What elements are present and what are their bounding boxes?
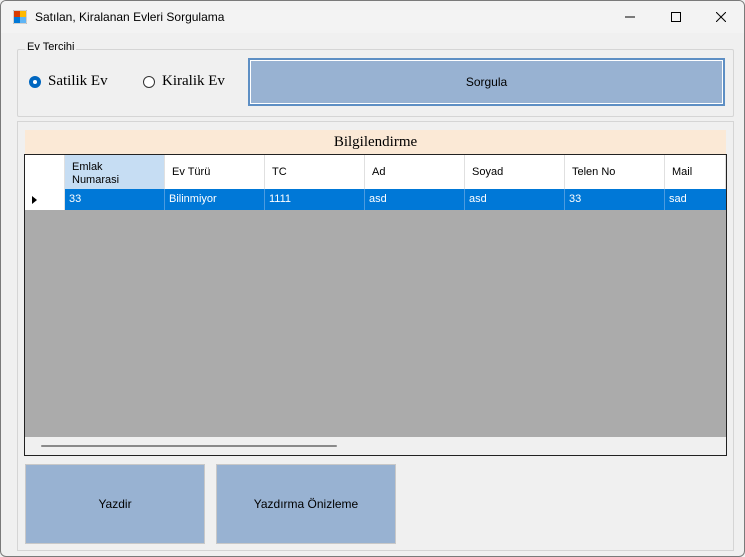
- title-bar[interactable]: Satılan, Kiralanan Evleri Sorgulama: [1, 1, 744, 33]
- yazdir-button[interactable]: Yazdir: [25, 464, 205, 544]
- col-header-ev-turu[interactable]: Ev Türü: [165, 155, 265, 189]
- radio-checked-icon: [29, 75, 41, 88]
- cell-soyad[interactable]: asd: [465, 189, 565, 210]
- cell-emlak-numarasi[interactable]: 33: [65, 189, 165, 210]
- col-header-mail[interactable]: Mail: [665, 155, 726, 189]
- col-header-soyad[interactable]: Soyad: [465, 155, 565, 189]
- radio-kiralik-ev-label: Kiralik Ev: [162, 73, 225, 89]
- scrollbar-thumb[interactable]: [41, 445, 337, 447]
- col-header-ad[interactable]: Ad: [365, 155, 465, 189]
- minimize-icon: [625, 16, 635, 18]
- cell-ad[interactable]: asd: [365, 189, 465, 210]
- col-header-tc[interactable]: TC: [265, 155, 365, 189]
- app-icon: [13, 10, 27, 24]
- cell-ev-turu[interactable]: Bilinmiyor: [165, 189, 265, 210]
- minimize-button[interactable]: [607, 1, 653, 33]
- col-header-emlak-numarasi[interactable]: Emlak Numarasi: [65, 155, 165, 189]
- radio-kiralik-ev[interactable]: Kiralik Ev: [143, 73, 225, 90]
- main-window: Satılan, Kiralanan Evleri Sorgulama Ev T…: [0, 0, 745, 557]
- cell-tc[interactable]: 1111: [265, 189, 365, 210]
- maximize-icon: [671, 12, 681, 22]
- grid-header: Emlak Numarasi Ev Türü TC Ad Soyad Telen…: [25, 155, 726, 189]
- window-title: Satılan, Kiralanan Evleri Sorgulama: [35, 10, 225, 24]
- maximize-button[interactable]: [653, 1, 699, 33]
- info-header: Bilgilendirme: [25, 130, 726, 154]
- ev-tercihi-legend: Ev Tercihi: [25, 41, 77, 53]
- cell-mail[interactable]: sad: [665, 189, 726, 210]
- radio-satilik-ev[interactable]: Satilik Ev: [29, 73, 108, 90]
- radio-satilik-ev-label: Satilik Ev: [48, 73, 108, 89]
- radio-unchecked-icon: [143, 75, 155, 88]
- current-row-arrow-icon: [32, 196, 37, 204]
- data-grid[interactable]: Emlak Numarasi Ev Türü TC Ad Soyad Telen…: [24, 154, 727, 456]
- table-row[interactable]: 33 Bilinmiyor 1111 asd asd 33 sad: [25, 189, 726, 210]
- grid-corner[interactable]: [25, 155, 65, 189]
- close-icon: [716, 12, 726, 22]
- col-header-telen-no[interactable]: Telen No: [565, 155, 665, 189]
- close-button[interactable]: [698, 1, 744, 33]
- yazdirma-onizleme-button[interactable]: Yazdırma Önizleme: [216, 464, 396, 544]
- horizontal-scrollbar[interactable]: [25, 437, 726, 455]
- row-header[interactable]: [25, 189, 65, 210]
- cell-telen-no[interactable]: 33: [565, 189, 665, 210]
- sorgula-button[interactable]: Sorgula: [248, 58, 725, 106]
